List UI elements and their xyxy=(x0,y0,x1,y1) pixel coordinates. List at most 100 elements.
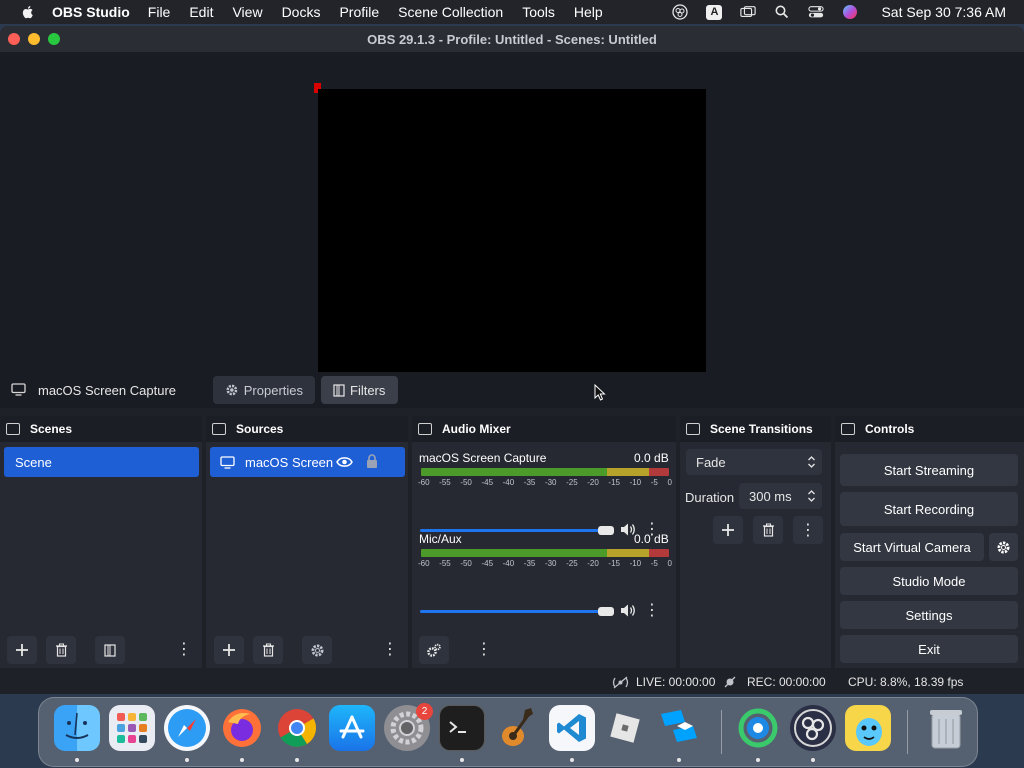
settings-button[interactable]: Settings xyxy=(840,601,1018,629)
control-center-icon[interactable] xyxy=(808,4,825,20)
cpu-fps-readout: CPU: 8.8%, 18.39 fps xyxy=(848,675,964,689)
properties-label: Properties xyxy=(243,382,303,398)
exit-button[interactable]: Exit xyxy=(840,635,1018,663)
trash-icon[interactable] xyxy=(923,705,969,751)
preview-canvas[interactable] xyxy=(318,89,706,380)
start-streaming-button[interactable]: Start Streaming xyxy=(840,454,1018,486)
firefox-icon[interactable] xyxy=(219,705,265,751)
studio-mode-button[interactable]: Studio Mode xyxy=(840,567,1018,595)
menu-profile[interactable]: Profile xyxy=(339,4,379,20)
window-title: OBS 29.1.3 - Profile: Untitled - Scenes:… xyxy=(367,31,657,47)
record-off-icon xyxy=(724,676,736,688)
volume-slider-thumb[interactable] xyxy=(598,607,614,616)
input-source-icon[interactable]: A xyxy=(706,4,723,20)
menu-help[interactable]: Help xyxy=(574,4,603,20)
duration-label: Duration xyxy=(685,490,735,505)
safari-icon[interactable] xyxy=(164,705,210,751)
gear-icon xyxy=(311,644,323,656)
scene-filters-button[interactable] xyxy=(95,636,125,664)
scenes-dock-header[interactable]: Scenes xyxy=(0,416,202,442)
preview-area[interactable] xyxy=(0,52,1024,388)
roblox-studio-icon[interactable] xyxy=(656,705,702,751)
audio-mixer-dock: Audio Mixer macOS Screen Capture 0.0 dB … xyxy=(412,416,676,668)
speaker-mute-icon[interactable] xyxy=(620,603,637,618)
apple-menu-icon[interactable] xyxy=(20,4,36,20)
close-window-button[interactable] xyxy=(8,33,20,45)
dock-float-icon[interactable] xyxy=(418,423,432,435)
lock-icon[interactable] xyxy=(366,454,378,469)
add-scene-button[interactable] xyxy=(7,636,37,664)
menu-view[interactable]: View xyxy=(232,4,262,20)
audio-mixer-more-menu-icon[interactable]: ⋮ xyxy=(476,639,492,661)
properties-button[interactable]: Properties xyxy=(213,376,315,404)
scene-item-label: Scene xyxy=(15,454,52,470)
scene-transitions-dock-header[interactable]: Scene Transitions xyxy=(680,416,831,442)
trash-icon xyxy=(262,643,274,657)
dock-float-icon[interactable] xyxy=(841,423,855,435)
source-properties-button[interactable] xyxy=(302,636,332,664)
menu-file[interactable]: File xyxy=(148,4,171,20)
menu-edit[interactable]: Edit xyxy=(189,4,213,20)
audio-mixer-dock-header[interactable]: Audio Mixer xyxy=(412,416,676,442)
volume-slider-thumb[interactable] xyxy=(598,526,614,535)
mixer-channel-name: macOS Screen Capture xyxy=(419,451,547,465)
finder-icon[interactable] xyxy=(54,705,100,751)
spotlight-search-icon[interactable] xyxy=(774,4,790,20)
controls-dock-header[interactable]: Controls xyxy=(835,416,1024,442)
broadcast-off-icon xyxy=(612,676,629,689)
zoom-window-button[interactable] xyxy=(48,33,60,45)
garageband-icon[interactable] xyxy=(494,705,540,751)
status-bar: LIVE: 00:00:00 REC: 00:00:00 CPU: 8.8%, … xyxy=(0,670,1024,694)
chrome-icon[interactable] xyxy=(274,705,320,751)
remove-transition-button[interactable] xyxy=(753,516,783,544)
transition-properties-button[interactable]: ⋮ xyxy=(793,516,823,544)
chrome-running-indicator xyxy=(295,758,299,762)
menu-tools[interactable]: Tools xyxy=(522,4,555,20)
menu-docks[interactable]: Docks xyxy=(282,4,321,20)
virtual-camera-settings-button[interactable] xyxy=(989,533,1018,561)
roblox-icon[interactable] xyxy=(602,705,648,751)
monitor-icon xyxy=(220,455,235,469)
remove-scene-button[interactable] xyxy=(46,636,76,664)
duration-spinbox[interactable]: 300 ms xyxy=(739,483,822,509)
advanced-audio-properties-button[interactable] xyxy=(419,636,449,664)
remove-source-button[interactable] xyxy=(253,636,283,664)
chevron-updown-icon[interactable] xyxy=(807,489,816,503)
filter-icon xyxy=(104,643,116,657)
mixer-channel-menu-icon[interactable]: ⋮ xyxy=(644,600,660,622)
app-store-icon[interactable] xyxy=(329,705,375,751)
screen-mirroring-icon[interactable] xyxy=(740,4,757,20)
camo-icon[interactable] xyxy=(735,705,781,751)
vscode-icon[interactable] xyxy=(549,705,595,751)
sources-more-menu-icon[interactable]: ⋮ xyxy=(382,639,398,661)
live-timer: LIVE: 00:00:00 xyxy=(636,675,716,689)
filters-button[interactable]: Filters xyxy=(321,376,398,404)
start-virtual-camera-button[interactable]: Start Virtual Camera xyxy=(840,533,984,561)
obs-status-icon[interactable] xyxy=(672,4,689,20)
system-settings-badge: 2 xyxy=(416,703,433,720)
menu-scene-collection[interactable]: Scene Collection xyxy=(398,4,503,20)
start-recording-button[interactable]: Start Recording xyxy=(840,492,1018,526)
launchpad-icon[interactable] xyxy=(109,705,155,751)
menubar-app-name[interactable]: OBS Studio xyxy=(52,4,130,20)
source-context-bar: macOS Screen Capture Properties Filters xyxy=(0,372,1024,408)
transition-select[interactable]: Fade xyxy=(686,449,822,475)
scene-list-item[interactable]: Scene xyxy=(4,447,199,477)
window-titlebar[interactable]: OBS 29.1.3 - Profile: Untitled - Scenes:… xyxy=(0,26,1024,52)
character-app-icon[interactable] xyxy=(845,705,891,751)
add-source-button[interactable] xyxy=(214,636,244,664)
menubar-clock[interactable]: Sat Sep 30 7:36 AM xyxy=(881,4,1006,20)
siri-icon[interactable] xyxy=(842,4,858,20)
dock-float-icon[interactable] xyxy=(686,423,700,435)
dock-float-icon[interactable] xyxy=(212,423,226,435)
add-transition-button[interactable] xyxy=(713,516,743,544)
source-list-item[interactable]: macOS Screen xyxy=(210,447,405,477)
scenes-more-menu-icon[interactable]: ⋮ xyxy=(176,639,192,661)
eye-visibility-icon[interactable] xyxy=(336,456,353,468)
volume-slider-track[interactable] xyxy=(420,610,610,613)
dock-float-icon[interactable] xyxy=(6,423,20,435)
minimize-window-button[interactable] xyxy=(28,33,40,45)
terminal-icon[interactable] xyxy=(439,705,485,751)
obs-studio-icon[interactable] xyxy=(790,705,836,751)
sources-dock-header[interactable]: Sources xyxy=(206,416,408,442)
